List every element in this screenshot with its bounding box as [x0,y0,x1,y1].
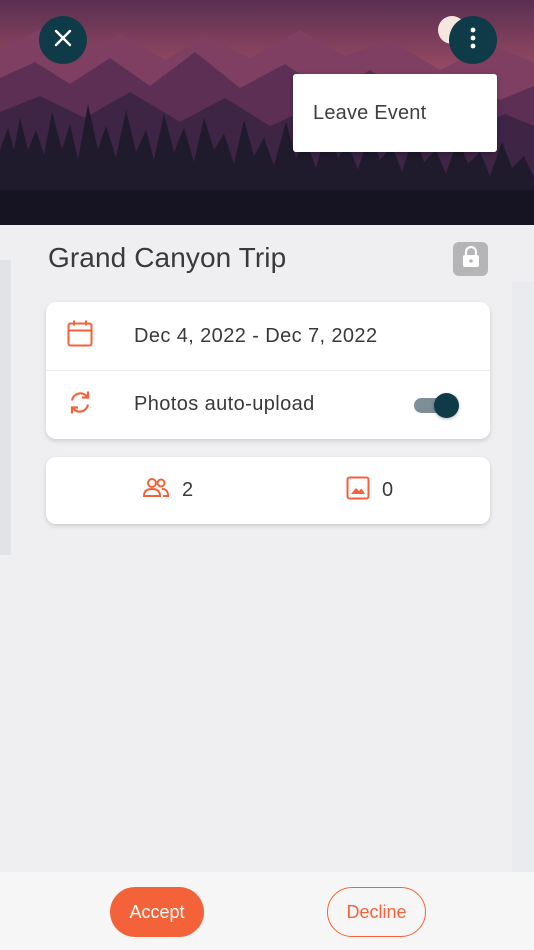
photos-count: 0 [382,479,394,501]
close-icon [54,29,72,52]
calendar-icon [67,320,93,353]
options-menu: Leave Event [293,74,497,152]
lock-icon [462,245,480,273]
close-button[interactable] [39,16,87,64]
auto-upload-label: Photos auto-upload [134,393,315,415]
event-info-card: Dec 4, 2022 - Dec 7, 2022 Photos auto-up… [46,302,490,439]
date-row[interactable]: Dec 4, 2022 - Dec 7, 2022 [46,302,490,370]
menu-item-leave-event[interactable]: Leave Event [293,74,497,152]
event-date-range: Dec 4, 2022 - Dec 7, 2022 [134,324,378,347]
photos-stat[interactable]: 0 [346,457,393,524]
auto-upload-toggle[interactable] [414,393,460,418]
right-edge-panel [512,282,534,872]
private-lock-badge [453,242,488,276]
toggle-knob [434,393,459,418]
more-options-button[interactable] [449,16,497,64]
action-bar: Accept Decline [0,872,534,950]
more-vertical-icon [470,27,476,54]
image-icon [346,476,370,505]
event-title: Grand Canyon Trip [48,242,287,273]
accept-button[interactable]: Accept [110,887,204,937]
members-count: 2 [182,479,194,501]
auto-upload-row: Photos auto-upload [46,370,490,438]
members-stat[interactable]: 2 [142,457,193,524]
left-edge-panel [0,260,11,555]
event-stats-card: 2 0 [46,457,490,524]
people-icon [142,477,170,504]
sync-icon [67,389,93,420]
decline-button[interactable]: Decline [327,887,426,937]
